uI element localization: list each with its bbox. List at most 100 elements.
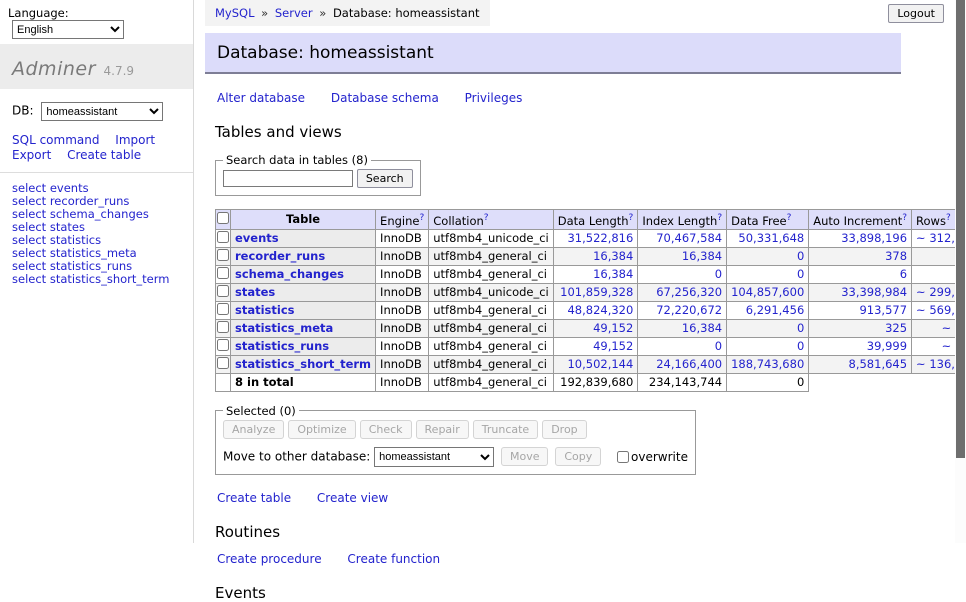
cell-auto-increment-link[interactable]: 33,898,196 [841,231,907,245]
create-procedure-link[interactable]: Create procedure [217,552,322,566]
cell-data-length-link[interactable]: 49,152 [593,321,633,335]
table-link-recorder_runs[interactable]: recorder_runs [235,249,325,263]
cell-data-length: 101,859,328 [553,283,638,301]
row-checkbox-schema_changes[interactable] [217,267,229,279]
cell-data-free-link[interactable]: 188,743,680 [731,357,804,371]
table-link-statistics[interactable]: statistics [235,303,295,317]
check-button[interactable]: Check [360,420,412,439]
language-select[interactable]: English [12,20,124,39]
events-heading: Events [215,584,901,602]
table-link-events[interactable]: events [235,231,279,245]
table-row-statistics_runs: statistics_runsInnoDButf8mb4_general_ci4… [216,337,966,355]
database-schema-link[interactable]: Database schema [331,91,439,105]
truncate-button[interactable]: Truncate [473,420,538,439]
row-checkbox-statistics[interactable] [217,303,229,315]
cell-data-free-link[interactable]: 0 [797,267,804,281]
column-help-link[interactable]: ? [946,213,951,223]
cell-auto-increment-link[interactable]: 6 [900,267,907,281]
row-checkbox-states[interactable] [217,285,229,297]
cell-auto-increment-link[interactable]: 8,581,645 [849,357,908,371]
cell-data-length-link[interactable]: 10,502,144 [567,357,633,371]
column-help-link[interactable]: ? [787,213,792,223]
select-all-checkbox[interactable] [217,212,229,224]
cell-data-free-link[interactable]: 104,857,600 [731,285,804,299]
create-table-link-sidebar[interactable]: Create table [67,148,141,162]
drop-button[interactable]: Drop [542,420,586,439]
cell-data-free-link[interactable]: 0 [797,249,804,263]
row-checkbox-recorder_runs[interactable] [217,249,229,261]
analyze-button[interactable]: Analyze [223,420,284,439]
selected-fieldset: Selected (0) AnalyzeOptimizeCheckRepairT… [215,404,696,475]
cell-data-length-link[interactable]: 16,384 [593,267,633,281]
app-name: Adminer [12,58,96,80]
cell-data-length-link[interactable]: 31,522,816 [567,231,633,245]
alter-database-link[interactable]: Alter database [217,91,305,105]
column-help-link[interactable]: ? [902,213,907,223]
search-input[interactable] [223,170,353,187]
move-db-select[interactable]: homeassistant [374,447,494,467]
move-button[interactable]: Move [501,447,549,466]
column-help-link[interactable]: ? [419,213,424,223]
cell-index-length-link[interactable]: 0 [715,267,722,281]
cell-auto-increment-link[interactable]: 33,398,984 [841,285,907,299]
cell-index-length-link[interactable]: 24,166,400 [656,357,722,371]
row-checkbox-statistics_runs[interactable] [217,339,229,351]
optimize-button[interactable]: Optimize [288,420,355,439]
overwrite-checkbox[interactable] [617,451,629,463]
cell-data-free-link[interactable]: 6,291,456 [746,303,805,317]
sidebar-select-statistics_short_term[interactable]: select statistics_short_term [12,273,181,286]
cell-index-length-link[interactable]: 0 [715,339,722,353]
column-help-link[interactable]: ? [717,213,722,223]
copy-button[interactable]: Copy [555,447,601,466]
column-header-label: Rows [916,214,946,228]
cell-checkbox [216,247,231,265]
row-checkbox-statistics_meta[interactable] [217,321,229,333]
privileges-link[interactable]: Privileges [465,91,523,105]
cell-data-length-link[interactable]: 49,152 [593,339,633,353]
total-empty-cell [809,373,912,391]
table-link-statistics_short_term[interactable]: statistics_short_term [235,357,371,371]
table-link-statistics_runs[interactable]: statistics_runs [235,339,329,353]
cell-data-free: 0 [727,247,809,265]
cell-data-length-link[interactable]: 101,859,328 [560,285,633,299]
db-select[interactable]: homeassistant [41,102,163,121]
create-view-link[interactable]: Create view [317,491,388,505]
scrollbar-track[interactable] [955,0,966,543]
cell-data-length-link[interactable]: 48,824,320 [567,303,633,317]
search-button[interactable]: Search [357,169,413,188]
table-link-states[interactable]: states [235,285,275,299]
create-function-link[interactable]: Create function [347,552,440,566]
cell-data-length-link[interactable]: 16,384 [593,249,633,263]
cell-engine: InnoDB [376,283,429,301]
import-link[interactable]: Import [115,133,155,147]
column-help-link[interactable]: ? [484,213,489,223]
table-link-schema_changes[interactable]: schema_changes [235,267,344,281]
export-link[interactable]: Export [12,148,51,162]
cell-index-length-link[interactable]: 16,384 [682,249,722,263]
breadcrumb-server-link[interactable]: MySQL [215,6,255,20]
cell-data-free-link[interactable]: 50,331,648 [738,231,804,245]
repair-button[interactable]: Repair [416,420,469,439]
cell-auto-increment-link[interactable]: 378 [885,249,907,263]
logout-button[interactable]: Logout [888,4,944,23]
cell-auto-increment-link[interactable]: 325 [885,321,907,335]
cell-collation: utf8mb4_general_ci [429,265,554,283]
cell-data-free-link[interactable]: 0 [797,339,804,353]
cell-data-free-link[interactable]: 0 [797,321,804,335]
row-checkbox-events[interactable] [217,231,229,243]
cell-auto-increment-link[interactable]: 39,999 [867,339,907,353]
create-table-link[interactable]: Create table [217,491,291,505]
row-checkbox-statistics_short_term[interactable] [217,357,229,369]
table-row-recorder_runs: recorder_runsInnoDButf8mb4_general_ci16,… [216,247,966,265]
cell-auto-increment-link[interactable]: 913,577 [859,303,907,317]
table-link-statistics_meta[interactable]: statistics_meta [235,321,333,335]
column-help-link[interactable]: ? [629,213,634,223]
cell-index-length-link[interactable]: 72,220,672 [656,303,722,317]
breadcrumb-sub-link[interactable]: Server [275,6,313,20]
cell-index-length-link[interactable]: 67,256,320 [656,285,722,299]
cell-index-length-link[interactable]: 16,384 [682,321,722,335]
table-row-statistics_meta: statistics_metaInnoDButf8mb4_general_ci4… [216,319,966,337]
sql-command-link[interactable]: SQL command [12,133,99,147]
scrollbar-thumb[interactable] [956,0,965,458]
cell-index-length-link[interactable]: 70,467,584 [656,231,722,245]
